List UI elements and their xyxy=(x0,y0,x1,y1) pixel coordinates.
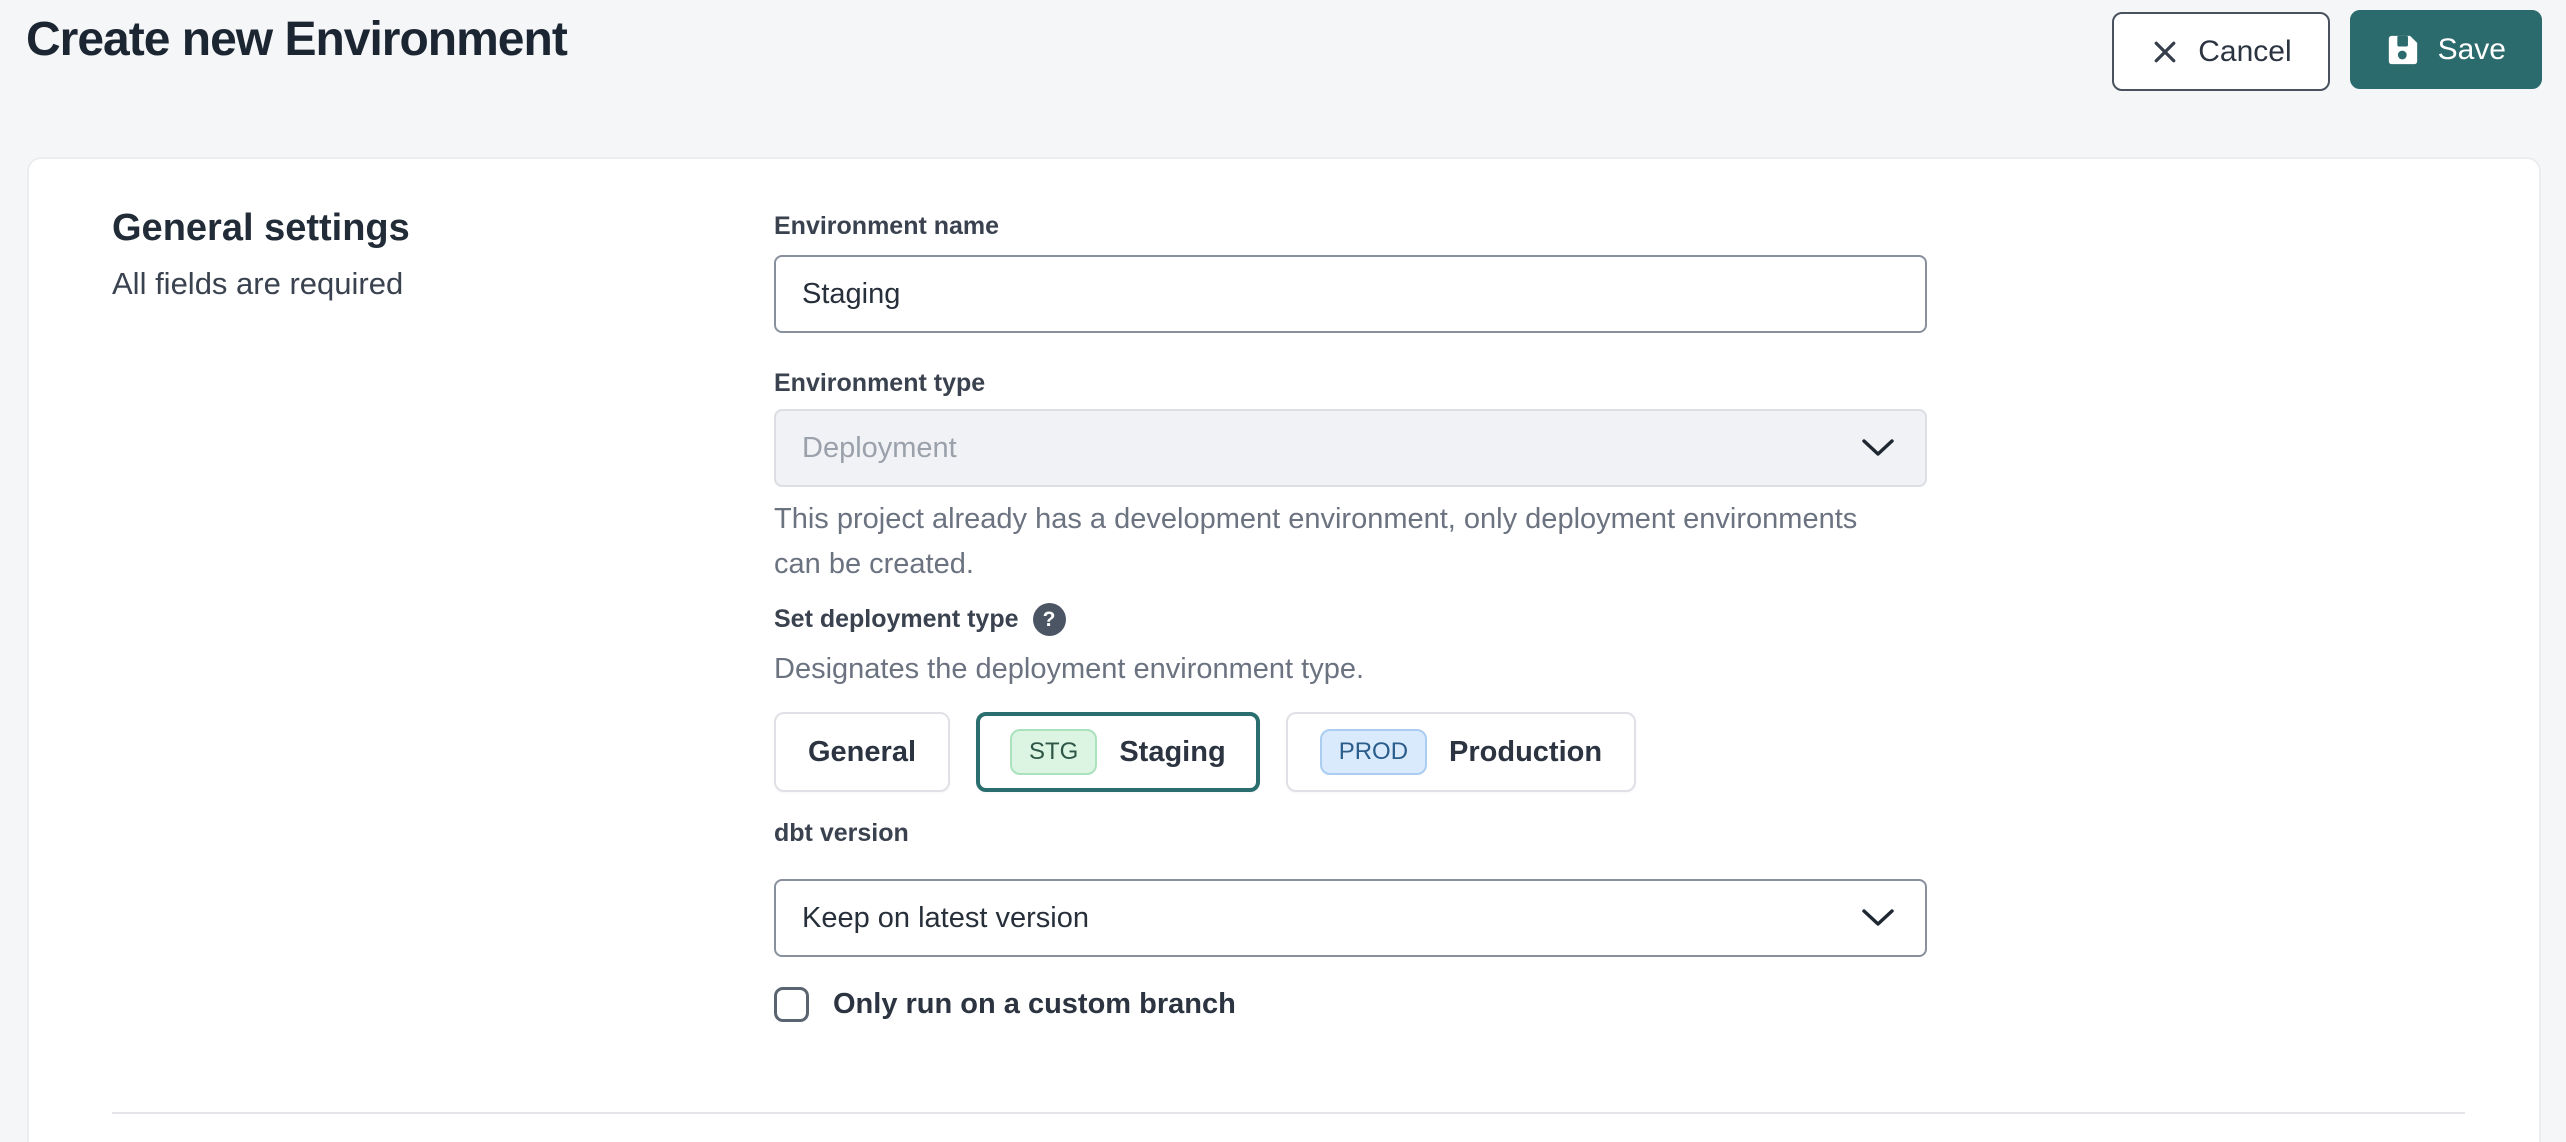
environment-type-select[interactable]: Deployment xyxy=(774,409,1927,487)
header-actions: Cancel Save xyxy=(2112,10,2542,91)
deployment-option-general[interactable]: General xyxy=(774,712,950,792)
page-title: Create new Environment xyxy=(26,12,567,67)
dbt-version-value: Keep on latest version xyxy=(802,902,1089,935)
settings-card: General settings All fields are required… xyxy=(27,157,2541,1142)
environment-type-label: Environment type xyxy=(774,369,985,398)
custom-branch-label: Only run on a custom branch xyxy=(833,988,1236,1021)
staging-badge: STG xyxy=(1010,729,1097,775)
deployment-option-production-label: Production xyxy=(1449,736,1602,769)
environment-name-label: Environment name xyxy=(774,212,999,241)
deployment-type-label: Set deployment type xyxy=(774,605,1019,634)
deployment-option-staging[interactable]: STG Staging xyxy=(976,712,1260,792)
custom-branch-checkbox[interactable] xyxy=(774,987,809,1022)
deployment-type-helper: Designates the deployment environment ty… xyxy=(774,647,1894,692)
save-button-label: Save xyxy=(2438,33,2506,67)
dbt-version-label: dbt version xyxy=(774,819,909,848)
close-icon xyxy=(2150,37,2180,67)
chevron-down-icon xyxy=(1861,438,1895,458)
custom-branch-row[interactable]: Only run on a custom branch xyxy=(774,987,1236,1022)
chevron-down-icon xyxy=(1861,908,1895,928)
environment-name-input[interactable] xyxy=(774,255,1927,333)
production-badge: PROD xyxy=(1320,729,1427,775)
deployment-type-label-row: Set deployment type ? xyxy=(774,603,1066,636)
save-icon xyxy=(2386,33,2420,67)
deployment-option-staging-label: Staging xyxy=(1119,736,1225,769)
dbt-version-select[interactable]: Keep on latest version xyxy=(774,879,1927,957)
cancel-button[interactable]: Cancel xyxy=(2112,12,2329,91)
deployment-option-production[interactable]: PROD Production xyxy=(1286,712,1636,792)
save-button[interactable]: Save xyxy=(2350,10,2542,89)
section-title: General settings xyxy=(112,207,410,250)
help-icon[interactable]: ? xyxy=(1033,603,1066,636)
environment-type-helper: This project already has a development e… xyxy=(774,497,1894,587)
section-subtitle: All fields are required xyxy=(112,266,410,302)
section-divider xyxy=(112,1112,2465,1114)
deployment-type-options: General STG Staging PROD Production xyxy=(774,712,1636,792)
cancel-button-label: Cancel xyxy=(2198,35,2291,69)
general-settings-heading: General settings All fields are required xyxy=(112,207,410,302)
deployment-option-general-label: General xyxy=(808,736,916,769)
environment-type-value: Deployment xyxy=(802,432,957,465)
